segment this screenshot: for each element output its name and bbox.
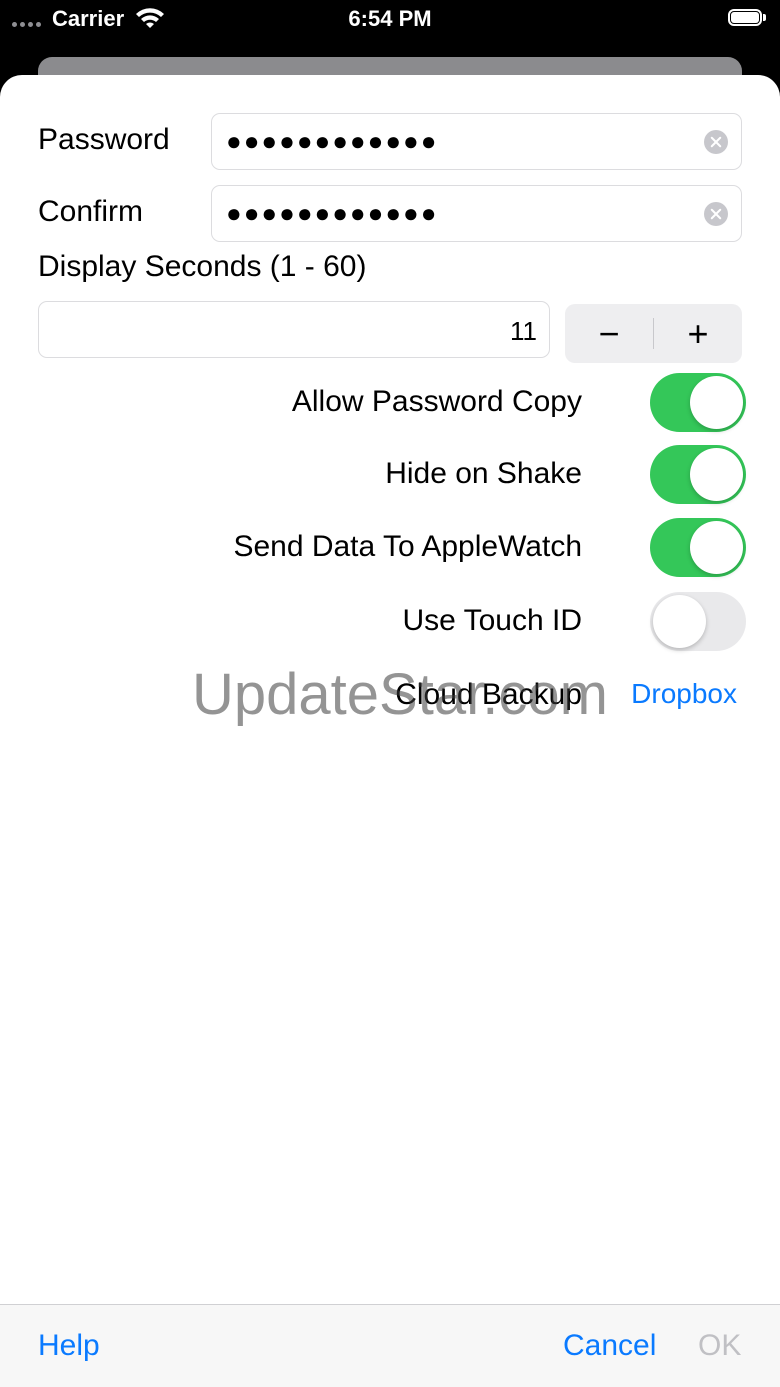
clear-icon[interactable] [704,130,728,154]
display-seconds-value: 11 [510,316,537,346]
confirm-field[interactable]: ●●●●●●●●●●●● [211,185,742,242]
cloud-backup-dropbox-link[interactable]: Dropbox [631,678,737,710]
password-field[interactable]: ●●●●●●●●●●●● [211,113,742,170]
toggle-knob [653,595,706,648]
allow-password-copy-label: Allow Password Copy [291,385,582,418]
cancel-button[interactable]: Cancel [563,1329,656,1363]
display-seconds-label: Display Seconds (1 - 60) [38,250,367,283]
hide-on-shake-label: Hide on Shake [385,457,582,490]
confirm-label: Confirm [38,195,144,228]
toggle-knob [690,376,743,429]
clear-icon[interactable] [704,202,728,226]
password-label: Password [38,123,170,156]
clock: 6:54 PM [348,6,432,31]
use-touch-id-toggle[interactable] [650,592,746,651]
password-value: ●●●●●●●●●●●● [226,126,439,156]
help-button[interactable]: Help [38,1329,100,1363]
display-seconds-stepper: − + [565,304,742,363]
hide-on-shake-toggle[interactable] [650,445,746,504]
allow-password-copy-toggle[interactable] [650,373,746,432]
battery-icon [728,9,768,28]
settings-sheet: Password ●●●●●●●●●●●● Confirm ●●●●●●●●●●… [0,75,780,1387]
use-touch-id-label: Use Touch ID [402,604,582,637]
display-seconds-field[interactable]: 11 [38,301,550,358]
status-bar: Carrier 6:54 PM [0,0,780,40]
send-data-to-applewatch-label: Send Data To AppleWatch [233,530,582,563]
cloud-backup-label: Cloud Backup [395,678,582,711]
ok-button[interactable]: OK [698,1329,741,1363]
toggle-knob [690,521,743,574]
send-data-to-applewatch-toggle[interactable] [650,518,746,577]
toggle-knob [690,448,743,501]
increment-button[interactable]: + [654,304,742,363]
decrement-button[interactable]: − [565,304,653,363]
confirm-value: ●●●●●●●●●●●● [226,198,439,228]
bottom-toolbar: Help Cancel OK [0,1304,780,1387]
